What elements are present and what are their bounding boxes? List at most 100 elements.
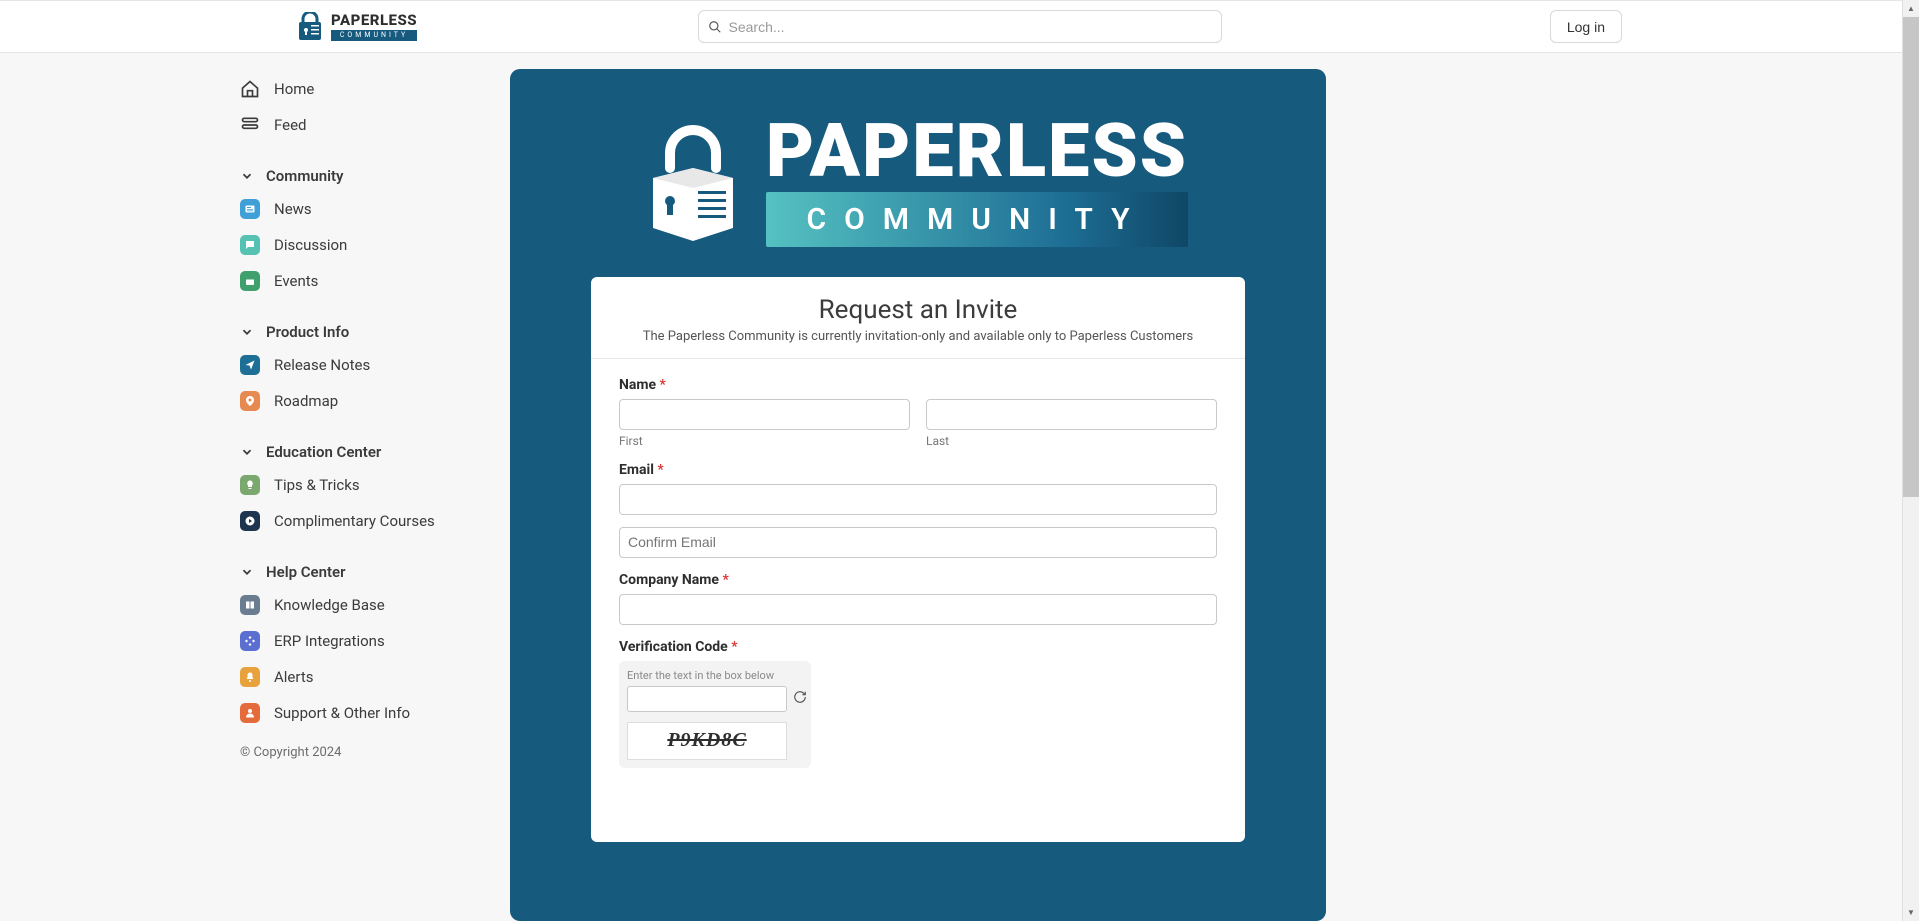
scroll-down-arrow[interactable]: ▼	[1903, 904, 1919, 921]
page-body: Home Feed Community News	[0, 0, 1919, 921]
login-button[interactable]: Log in	[1550, 10, 1622, 43]
hero-text: PAPERLESS COMMUNITY	[766, 119, 1188, 247]
field-company: Company Name *	[619, 572, 1217, 625]
sidebar-section-header-help[interactable]: Help Center	[230, 553, 510, 587]
sidebar-section-header-product-info[interactable]: Product Info	[230, 313, 510, 347]
form-header: Request an Invite The Paperless Communit…	[591, 295, 1245, 359]
sidebar-item-feed[interactable]: Feed	[230, 107, 510, 143]
release-notes-icon	[240, 355, 260, 375]
sidebar-item-label: Knowledge Base	[274, 596, 385, 614]
sidebar-section-title: Product Info	[266, 323, 349, 341]
sidebar-item-home[interactable]: Home	[230, 71, 510, 107]
sidebar-item-label: Tips & Tricks	[274, 476, 360, 494]
sidebar-item-label: Complimentary Courses	[274, 512, 435, 530]
alerts-icon	[240, 667, 260, 687]
company-label: Company Name *	[619, 572, 1217, 588]
captcha-image: P9KD8C	[627, 722, 787, 760]
verification-label-text: Verification Code	[619, 639, 728, 655]
chevron-down-icon	[240, 169, 254, 183]
courses-icon	[240, 511, 260, 531]
hero-banner: PAPERLESS COMMUNITY	[510, 69, 1326, 267]
roadmap-icon	[240, 391, 260, 411]
sidebar-section-header-community[interactable]: Community	[230, 157, 510, 191]
refresh-icon[interactable]	[793, 689, 807, 708]
invite-form-panel: Request an Invite The Paperless Communit…	[591, 277, 1245, 842]
field-name: Name * First Last	[619, 377, 1217, 448]
sidebar-item-courses[interactable]: Complimentary Courses	[230, 503, 510, 539]
scrollbar[interactable]: ▲ ▼	[1902, 0, 1919, 921]
email-label-text: Email	[619, 462, 654, 478]
hero-tag: COMMUNITY	[766, 192, 1188, 247]
required-marker: *	[731, 639, 737, 655]
required-marker: *	[660, 377, 666, 393]
sidebar-item-release-notes[interactable]: Release Notes	[230, 347, 510, 383]
form-title: Request an Invite	[611, 295, 1225, 325]
sidebar: Home Feed Community News	[230, 53, 510, 921]
search-wrap	[698, 10, 1222, 43]
hero-lock-icon	[648, 123, 738, 243]
captcha-hint: Enter the text in the box below	[627, 669, 803, 682]
confirm-email-input[interactable]	[619, 527, 1217, 558]
required-marker: *	[657, 462, 663, 478]
brand-name: PAPERLESS	[331, 13, 417, 28]
sidebar-section-help: Help Center Knowledge Base ERP Integrati…	[230, 553, 510, 731]
chevron-down-icon	[240, 565, 254, 579]
field-email: Email *	[619, 462, 1217, 558]
sidebar-item-support[interactable]: Support & Other Info	[230, 695, 510, 731]
erp-icon	[240, 631, 260, 651]
scroll-thumb[interactable]	[1903, 17, 1919, 497]
sidebar-item-label: Release Notes	[274, 356, 370, 374]
form-subtitle: The Paperless Community is currently inv…	[611, 329, 1225, 344]
hero-title: PAPERLESS	[766, 119, 1188, 186]
copyright-text: © Copyright 2024	[230, 731, 510, 774]
sidebar-item-alerts[interactable]: Alerts	[230, 659, 510, 695]
sidebar-section-education: Education Center Tips & Tricks Complimen…	[230, 433, 510, 539]
company-input[interactable]	[619, 594, 1217, 625]
name-label-text: Name	[619, 377, 656, 393]
verification-label: Verification Code *	[619, 639, 1217, 655]
sidebar-item-erp[interactable]: ERP Integrations	[230, 623, 510, 659]
first-name-input[interactable]	[619, 399, 910, 430]
email-input[interactable]	[619, 484, 1217, 515]
sidebar-item-label: Discussion	[274, 236, 347, 254]
sidebar-item-knowledge-base[interactable]: Knowledge Base	[230, 587, 510, 623]
feed-icon	[240, 115, 260, 135]
main-content: PAPERLESS COMMUNITY Request an Invite Th…	[510, 53, 1919, 921]
hero-card: PAPERLESS COMMUNITY Request an Invite Th…	[510, 69, 1326, 921]
sidebar-section-header-education[interactable]: Education Center	[230, 433, 510, 467]
sidebar-item-label: Feed	[274, 116, 307, 134]
sidebar-item-news[interactable]: News	[230, 191, 510, 227]
sidebar-section-community: Community News Discussion Events	[230, 157, 510, 299]
scroll-up-arrow[interactable]: ▲	[1903, 0, 1919, 17]
company-label-text: Company Name	[619, 572, 719, 588]
sidebar-item-tips-tricks[interactable]: Tips & Tricks	[230, 467, 510, 503]
sidebar-item-roadmap[interactable]: Roadmap	[230, 383, 510, 419]
required-marker: *	[722, 572, 728, 588]
brand-text: PAPERLESS COMMUNITY	[331, 13, 417, 41]
sidebar-item-label: News	[274, 200, 312, 218]
sidebar-section-product-info: Product Info Release Notes Roadmap	[230, 313, 510, 419]
first-name-sublabel: First	[619, 434, 910, 448]
sidebar-section-title: Education Center	[266, 443, 381, 461]
search-input[interactable]	[698, 10, 1222, 43]
news-icon	[240, 199, 260, 219]
captcha-input[interactable]	[627, 686, 787, 712]
email-label: Email *	[619, 462, 1217, 478]
search-icon	[708, 20, 722, 34]
chevron-down-icon	[240, 325, 254, 339]
sidebar-section-title: Help Center	[266, 563, 346, 581]
brand-logo[interactable]: PAPERLESS COMMUNITY	[297, 12, 417, 42]
topbar-inner: PAPERLESS COMMUNITY Log in	[297, 10, 1622, 43]
sidebar-item-events[interactable]: Events	[230, 263, 510, 299]
sidebar-item-discussion[interactable]: Discussion	[230, 227, 510, 263]
discussion-icon	[240, 235, 260, 255]
sidebar-item-label: Home	[274, 80, 314, 98]
captcha-box: Enter the text in the box below P9KD8C	[619, 661, 811, 768]
captcha-text: P9KD8C	[667, 729, 746, 752]
brand-tag: COMMUNITY	[331, 30, 417, 41]
last-name-input[interactable]	[926, 399, 1217, 430]
sidebar-item-label: Alerts	[274, 668, 314, 686]
lock-icon	[297, 12, 323, 42]
tips-icon	[240, 475, 260, 495]
sidebar-item-label: Roadmap	[274, 392, 338, 410]
